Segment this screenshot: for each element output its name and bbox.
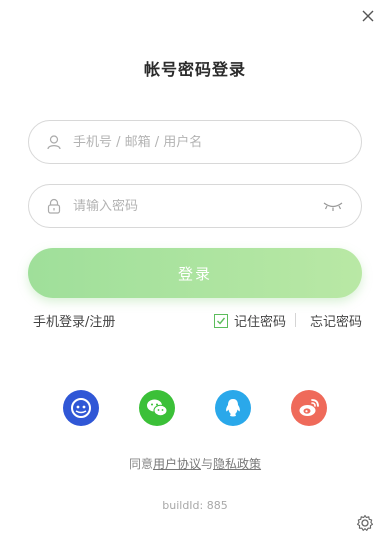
settings-button[interactable] [356,514,374,532]
wechat-login-button[interactable] [139,390,175,426]
agreement-prefix: 同意 [128,457,153,471]
gear-icon [356,514,374,531]
pp-icon [71,398,91,418]
check-icon [216,317,226,325]
build-id: buildId: 885 [162,499,228,512]
agreement-and: 与 [201,457,214,471]
options-divider [295,313,296,327]
weibo-icon [299,399,319,416]
qq-login-button[interactable] [215,390,251,426]
username-field[interactable] [28,120,362,164]
remember-label: 记住密码 [233,315,286,330]
privacy-policy-link[interactable]: 隐私政策 [213,457,261,471]
forgot-password-link[interactable]: 忘记密码 [310,311,362,330]
wechat-icon [147,399,168,417]
login-options-row: 手机登录/注册 记住密码 忘记密码 [33,311,362,330]
remember-checkbox[interactable] [213,313,228,328]
password-input[interactable] [73,198,317,214]
password-field[interactable] [28,184,362,228]
qq-icon [226,399,240,417]
username-input[interactable] [73,134,345,150]
pp-login-button[interactable] [63,390,99,426]
weibo-login-button[interactable] [291,390,327,426]
remember-password-toggle[interactable]: 记住密码 [213,311,286,330]
user-agreement-link[interactable]: 用户协议 [153,457,201,471]
eye-closed-icon[interactable] [323,199,345,213]
social-login-row [0,390,390,426]
phone-login-link[interactable]: 手机登录/注册 [33,311,115,330]
agreement-text: 同意用户协议与隐私政策 [0,455,390,472]
lock-icon [45,197,63,215]
close-icon [362,10,374,22]
user-icon [45,133,63,151]
page-title: 帐号密码登录 [143,60,246,79]
close-button[interactable] [358,6,378,26]
login-button[interactable]: 登录 [28,248,362,298]
